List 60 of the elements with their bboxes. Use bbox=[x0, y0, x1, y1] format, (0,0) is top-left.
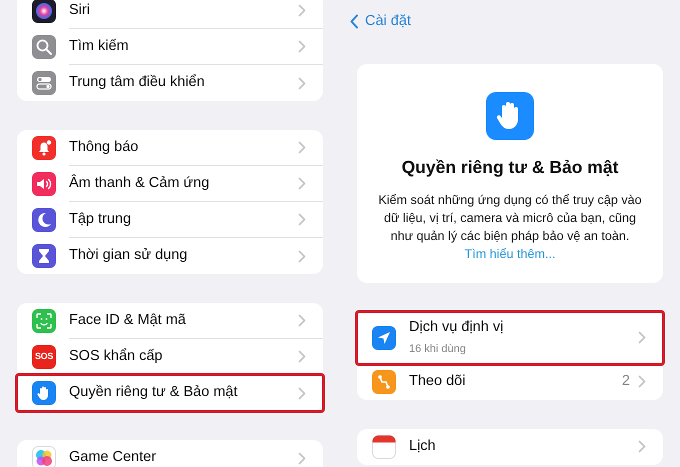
row-label: Game Center bbox=[69, 449, 156, 466]
settings-row[interactable]: Dịch vụ định vị 16 khi dùng bbox=[357, 312, 663, 364]
hand-icon bbox=[486, 92, 534, 140]
row-label: Face ID & Mật mã bbox=[69, 312, 186, 328]
chevron-icon bbox=[298, 40, 306, 53]
orb-icon bbox=[32, 0, 56, 23]
chevron-icon bbox=[298, 314, 306, 327]
settings-row[interactable]: Thời gian sử dụng bbox=[17, 238, 323, 274]
chevron-icon bbox=[298, 177, 306, 190]
chevron-icon bbox=[638, 330, 646, 344]
chevron-icon bbox=[298, 452, 306, 464]
settings-row[interactable]: Face ID & Mật mã bbox=[17, 303, 323, 339]
chevron-icon bbox=[298, 350, 306, 363]
calendar-icon bbox=[372, 434, 396, 459]
chevron-icon bbox=[298, 141, 306, 154]
settings-row[interactable]: Trung tâm điều khiển bbox=[17, 65, 323, 101]
chevron-icon bbox=[298, 250, 306, 262]
settings-row[interactable]: Theo dõi 2 bbox=[357, 364, 663, 400]
settings-row[interactable]: Tìm kiếm bbox=[17, 29, 323, 65]
chevron-icon bbox=[638, 375, 646, 388]
hourglass-icon bbox=[32, 244, 56, 268]
row-label: Tập trung bbox=[69, 210, 132, 227]
settings-row[interactable]: Tập trung bbox=[17, 202, 323, 238]
settings-row[interactable]: Thông báo bbox=[17, 130, 323, 166]
settings-row[interactable]: Âm thanh & Cảm ứng bbox=[17, 166, 323, 202]
chevron-icon bbox=[298, 76, 306, 90]
row-label: Tìm kiếm bbox=[69, 38, 129, 54]
hand-icon bbox=[32, 381, 56, 405]
row-label: Âm thanh & Cảm ứng bbox=[69, 174, 210, 191]
row-label: Dịch vụ định vị bbox=[409, 319, 504, 335]
toggle-icon bbox=[32, 71, 56, 95]
settings-row[interactable]: Game Center bbox=[17, 440, 323, 467]
moon-icon bbox=[32, 208, 56, 232]
row-label: Thời gian sử dụng bbox=[69, 247, 188, 264]
settings-row[interactable]: Quyền riêng tư & Bảo mật bbox=[17, 375, 323, 411]
sos-badge: SOS bbox=[32, 345, 56, 369]
row-subtitle: 16 khi dùng bbox=[409, 342, 467, 357]
route-icon bbox=[372, 370, 396, 394]
row-count: 2 bbox=[622, 372, 630, 391]
row-label: Trung tâm điều khiển bbox=[69, 74, 205, 90]
back-chevron-icon bbox=[350, 14, 359, 30]
row-label: SOS khẩn cấp bbox=[69, 348, 162, 364]
settings-row[interactable]: Siri bbox=[17, 0, 323, 29]
chevron-icon bbox=[638, 440, 646, 454]
settings-row[interactable]: SOS SOS khẩn cấp bbox=[17, 339, 323, 375]
header-title: Quyền riêng tư & Bảo mật bbox=[400, 156, 620, 180]
row-label: Theo dõi bbox=[409, 372, 466, 389]
settings-row[interactable]: Lịch bbox=[357, 428, 663, 465]
speaker-icon bbox=[32, 172, 56, 196]
row-label: Thông báo bbox=[69, 138, 138, 155]
row-label: Quyền riêng tư & Bảo mật bbox=[69, 384, 238, 400]
bell-icon bbox=[32, 136, 56, 160]
description-text: Kiểm soát những ứng dụng có thể truy cập vào dữ liệu, vị trí, camera và micrô của bạn, cũng như quản lý các biện pháp bảo vệ an toàn. Tìm hiểu thêm... bbox=[377, 192, 643, 263]
face-scan-icon bbox=[32, 309, 56, 333]
chevron-icon bbox=[298, 213, 306, 226]
row-label: Lịch bbox=[409, 438, 436, 454]
chevron-icon bbox=[298, 386, 306, 400]
chevron-icon bbox=[298, 4, 306, 17]
search-icon bbox=[32, 35, 56, 59]
row-label: Siri bbox=[69, 2, 90, 18]
